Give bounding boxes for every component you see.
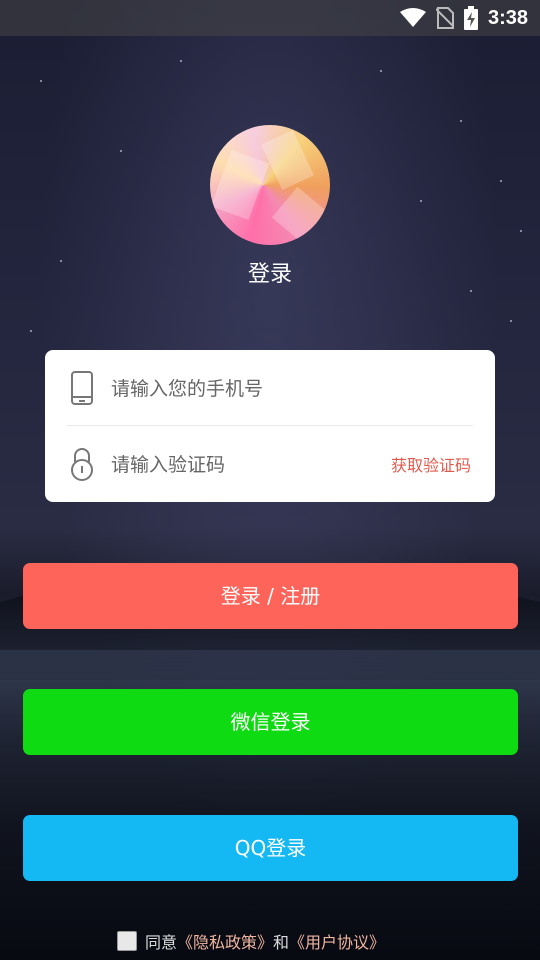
agreement-and: 和: [273, 933, 290, 952]
agreement-prefix: 同意: [145, 933, 178, 952]
get-code-button[interactable]: 获取验证码: [391, 452, 471, 476]
page-title: 登录: [247, 262, 292, 287]
lock-icon: [71, 448, 93, 481]
wechat-login-button[interactable]: 微信登录: [23, 689, 518, 755]
verification-code-input[interactable]: 请输入验证码: [111, 450, 225, 477]
login-form-card: 请输入您的手机号 请输入验证码 获取验证码: [45, 350, 495, 502]
no-sim-icon: [435, 7, 454, 29]
phone-icon: [71, 371, 93, 405]
user-agreement-link[interactable]: 《用户协议》: [289, 929, 385, 953]
phone-input[interactable]: 请输入您的手机号: [111, 374, 263, 401]
status-time: 3:38: [487, 6, 528, 29]
status-bar: 3:38: [0, 0, 540, 36]
phone-input-row[interactable]: 请输入您的手机号: [45, 350, 495, 426]
agreement-checkbox[interactable]: [117, 931, 137, 951]
wifi-icon: [399, 8, 426, 27]
agreement-row: 同意 《隐私政策》 和 《用户协议》: [117, 929, 385, 953]
code-input-row[interactable]: 请输入验证码 获取验证码: [45, 426, 495, 502]
qq-login-button[interactable]: QQ登录: [23, 815, 518, 881]
battery-charging-icon: [463, 6, 478, 30]
privacy-policy-link[interactable]: 《隐私政策》: [177, 929, 273, 953]
avatar[interactable]: [210, 125, 330, 245]
login-register-button[interactable]: 登录 / 注册: [23, 563, 518, 629]
